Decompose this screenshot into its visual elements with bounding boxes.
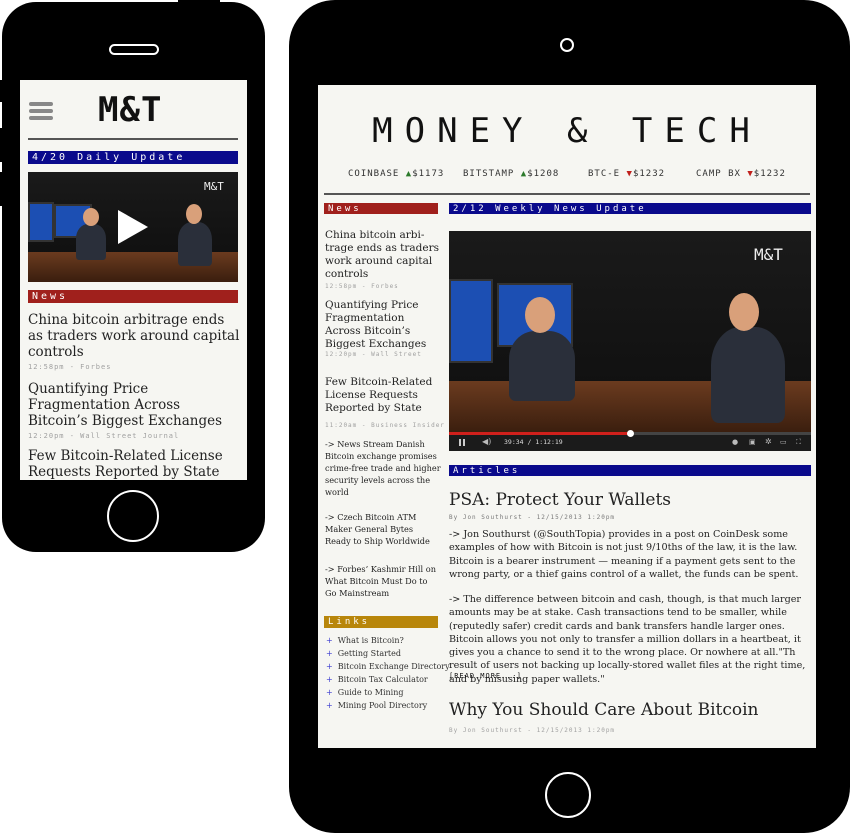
link-tax-calculator[interactable]: + Bitcoin Tax Calculator xyxy=(326,675,428,684)
phone-side-button xyxy=(0,80,6,102)
tablet-news-bar: News xyxy=(324,203,438,214)
phone-power-button xyxy=(178,0,220,6)
article-2-byline: By Jon Southurst - 12/15/2013 1:20pm xyxy=(449,727,616,734)
link-what-is-bitcoin[interactable]: + What is Bitcoin? xyxy=(326,636,404,645)
article-1-title[interactable]: PSA: Protect Your Wallets xyxy=(449,489,809,511)
tablet-video-logo: M&T xyxy=(754,245,783,264)
video-progress-fill xyxy=(449,432,630,435)
news-bar: News xyxy=(28,290,238,303)
theater-mode-icon[interactable]: ▭ xyxy=(780,438,787,446)
link-getting-started[interactable]: + Getting Started xyxy=(326,649,401,658)
tablet-camera xyxy=(560,38,574,52)
weekly-update-bar: 2/12 Weekly News Update xyxy=(449,203,811,214)
video-time: 39:34 / 1:12:19 xyxy=(504,438,563,446)
articles-bar: Articles xyxy=(449,465,811,476)
ticker-btce: BTC-E ▼$1232 xyxy=(588,169,666,179)
captions-icon[interactable]: ▣ xyxy=(749,438,756,446)
volume-icon[interactable]: ◀) xyxy=(482,437,491,446)
article-1-para-1: -> Jon Southurst (@SouthTopia) provides … xyxy=(449,529,799,580)
masthead[interactable]: MONEY & TECH xyxy=(318,111,816,151)
tablet-news-meta-3: 11:20am - Business Insider xyxy=(325,422,445,429)
article-2-title[interactable]: Why You Should Care About Bitcoin xyxy=(449,699,809,721)
tablet-brief-3[interactable]: -> Forbes’ Kashmir Hill on What Bitcoin … xyxy=(325,563,441,599)
fullscreen-icon[interactable]: ⛶ xyxy=(796,438,801,447)
tablet-news-title-3[interactable]: Few Bitcoin-Related License Requests Rep… xyxy=(325,376,443,415)
daily-update-bar: 4/20 Daily Update xyxy=(28,151,238,164)
phone-speaker xyxy=(109,44,159,55)
site-logo[interactable]: M&T xyxy=(98,90,162,130)
tablet-news-title-1[interactable]: China bitcoin arbi-trage ends as traders… xyxy=(325,229,443,281)
masthead-rule xyxy=(324,193,810,195)
link-guide-to-mining[interactable]: + Guide to Mining xyxy=(326,688,404,697)
info-icon[interactable]: ● xyxy=(732,438,738,446)
phone-volume-down xyxy=(0,172,6,206)
phone-story-title-3[interactable]: Few Bitcoin-Related License Requests Rep… xyxy=(28,448,243,480)
ticker-campbx: CAMP BX ▼$1232 xyxy=(696,169,786,179)
video-logo: M&T xyxy=(204,180,224,193)
link-exchange-directory[interactable]: + Bitcoin Exchange Directory xyxy=(326,662,450,671)
ticker-bitstamp: BITSTAMP ▲$1208 xyxy=(463,169,560,179)
menu-icon[interactable] xyxy=(29,100,53,122)
link-mining-pool-directory[interactable]: + Mining Pool Directory xyxy=(326,701,427,710)
phone-story-meta-1: 12:58pm - Forbes xyxy=(28,363,112,371)
phone-story-title-2[interactable]: Quantifying Price Fragmentation Across B… xyxy=(28,381,243,429)
play-icon[interactable] xyxy=(118,210,148,244)
phone-home-button[interactable] xyxy=(107,490,159,542)
pause-icon[interactable] xyxy=(459,439,461,446)
header-rule xyxy=(28,138,238,140)
tablet-news-meta-2: 12:20pm - Wall Street xyxy=(325,351,422,358)
article-1-byline: By Jon Southurst - 12/15/2013 1:20pm xyxy=(449,514,616,521)
tablet-home-button[interactable] xyxy=(545,772,591,818)
phone-story-title-1[interactable]: China bitcoin arbitrage ends as traders … xyxy=(28,312,240,360)
tablet-brief-1[interactable]: -> News Stream Danish Bitcoin exchange p… xyxy=(325,438,441,498)
links-bar: Links xyxy=(324,616,438,628)
video-scrubber[interactable] xyxy=(627,430,634,437)
tablet-news-meta-1: 12:58pm - Forbes xyxy=(325,283,399,290)
phone-screen: M&T 4/20 Daily Update M&T News China bit… xyxy=(20,80,247,480)
tablet-video-player[interactable]: M&T ◀) 39:34 / 1:12:19 ● ▣ ✲ ▭ ⛶ xyxy=(449,231,811,451)
tablet-news-title-2[interactable]: Quantifying Price Fragmentation Across B… xyxy=(325,299,443,351)
ticker-coinbase: COINBASE ▲$1173 xyxy=(348,169,445,179)
phone-volume-up xyxy=(0,128,6,162)
phone-story-meta-2: 12:20pm - Wall Street Journal xyxy=(28,432,180,440)
read-more-link[interactable]: [READ MORE...] xyxy=(449,672,522,680)
tablet-brief-2[interactable]: -> Czech Bitcoin ATM Maker General Bytes… xyxy=(325,511,441,547)
settings-gear-icon[interactable]: ✲ xyxy=(765,437,772,446)
phone-video-player[interactable]: M&T xyxy=(28,172,238,282)
tablet-screen: MONEY & TECH COINBASE ▲$1173 BITSTAMP ▲$… xyxy=(318,85,816,748)
